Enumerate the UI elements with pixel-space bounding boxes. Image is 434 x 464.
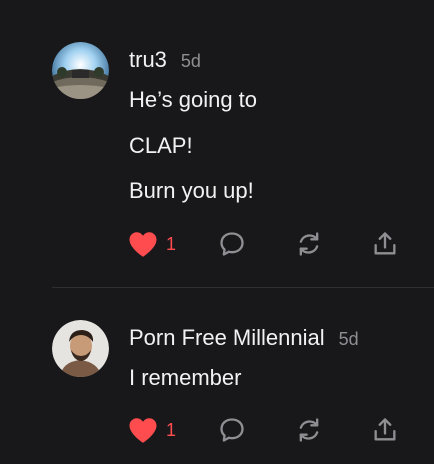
reply-button[interactable] bbox=[218, 229, 246, 259]
comment-item: tru3 5d He’s going to CLAP! Burn you up!… bbox=[0, 0, 434, 287]
avatar[interactable] bbox=[52, 320, 109, 377]
author-name[interactable]: Porn Free Millennial bbox=[129, 325, 325, 351]
author-name[interactable]: tru3 bbox=[129, 47, 167, 73]
repost-button[interactable] bbox=[295, 229, 323, 259]
fisheye-landscape-photo-icon bbox=[52, 42, 109, 99]
repost-button[interactable] bbox=[295, 415, 323, 445]
comment-feed: tru3 5d He’s going to CLAP! Burn you up!… bbox=[0, 0, 434, 464]
avatar[interactable] bbox=[52, 42, 109, 99]
comment-item: Porn Free Millennial 5d I remember 1 bbox=[0, 288, 434, 464]
like-count: 1 bbox=[166, 233, 177, 254]
author-line: Porn Free Millennial 5d bbox=[129, 325, 359, 351]
timestamp: 5d bbox=[338, 329, 359, 349]
share-icon bbox=[374, 418, 396, 441]
comment-text-line: CLAP! bbox=[129, 133, 193, 158]
heart-icon bbox=[129, 231, 157, 257]
repost-icon bbox=[299, 418, 319, 442]
like-button[interactable]: 1 bbox=[128, 415, 176, 445]
repost-icon bbox=[299, 232, 319, 256]
share-button[interactable] bbox=[371, 229, 399, 259]
man-portrait-photo-icon bbox=[52, 320, 109, 377]
comment-bubble-icon bbox=[220, 232, 244, 256]
author-line: tru3 5d bbox=[129, 47, 201, 73]
like-count: 1 bbox=[166, 419, 177, 440]
comment-text-line: Burn you up! bbox=[129, 178, 254, 203]
comment-text-line: He’s going to bbox=[129, 87, 258, 112]
timestamp: 5d bbox=[180, 51, 201, 71]
action-bar: 1 bbox=[128, 415, 418, 445]
action-bar: 1 bbox=[128, 229, 418, 259]
like-button[interactable]: 1 bbox=[128, 229, 176, 259]
share-icon bbox=[374, 232, 396, 255]
comment-text-line: I remember bbox=[129, 365, 242, 390]
reply-button[interactable] bbox=[218, 415, 246, 445]
share-button[interactable] bbox=[371, 415, 399, 445]
heart-icon bbox=[129, 417, 157, 443]
comment-bubble-icon bbox=[220, 418, 244, 442]
